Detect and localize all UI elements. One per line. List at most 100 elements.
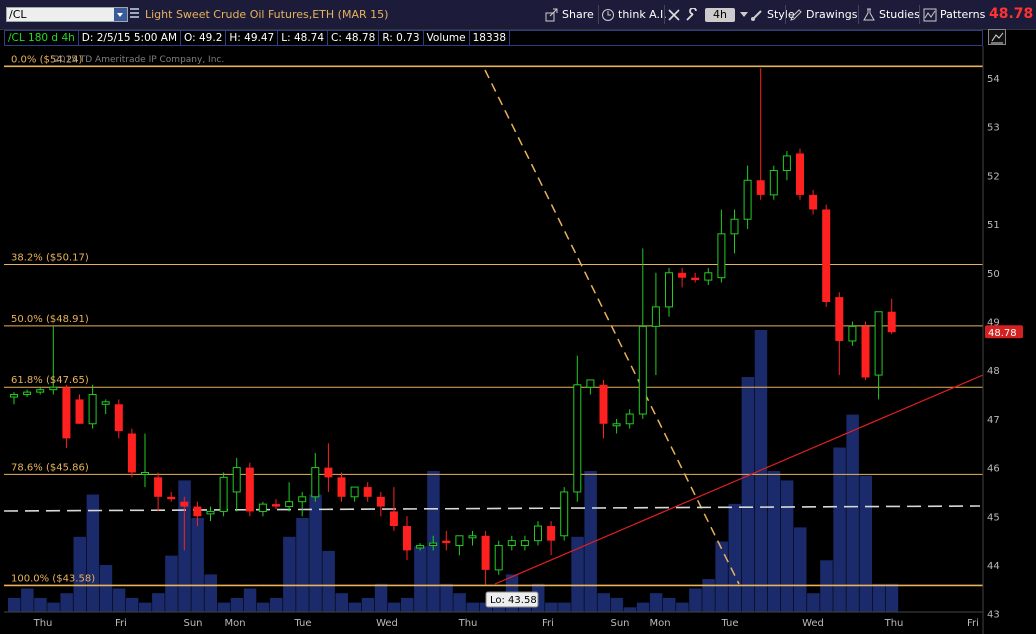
volume-bar — [348, 602, 362, 612]
candle-body[interactable] — [337, 477, 346, 497]
candle-body[interactable] — [547, 526, 556, 541]
candle-body[interactable] — [573, 384, 582, 493]
candle-body[interactable] — [782, 155, 791, 172]
candle-body[interactable] — [442, 540, 451, 544]
volume-bar — [8, 597, 21, 612]
candle-body[interactable] — [455, 535, 464, 547]
candle-body[interactable] — [285, 501, 294, 508]
candle-body[interactable] — [350, 486, 359, 498]
candle-body[interactable] — [822, 209, 831, 303]
candle-body[interactable] — [206, 510, 215, 515]
candle-body[interactable] — [114, 404, 123, 432]
candle-body[interactable] — [796, 153, 804, 195]
think-ai-button[interactable]: think A.I. — [601, 5, 667, 24]
candle-body[interactable] — [717, 233, 726, 279]
candle-body[interactable] — [88, 394, 97, 425]
symbol-selector[interactable]: /CL — [6, 7, 128, 22]
candle-body[interactable] — [232, 467, 241, 493]
candle-body[interactable] — [62, 387, 71, 439]
candle-body[interactable] — [389, 511, 398, 527]
candle-body[interactable] — [586, 379, 595, 388]
candle-body[interactable] — [809, 194, 818, 210]
candle-body[interactable] — [36, 389, 45, 393]
candle-body[interactable] — [560, 491, 569, 537]
candle-body[interactable] — [311, 467, 320, 498]
candle-body[interactable] — [429, 542, 438, 547]
candle-body[interactable] — [494, 545, 503, 571]
candle-body[interactable] — [141, 471, 149, 475]
volume-bar — [256, 602, 270, 612]
info-bar: /CL 180 d 4h D: 2/5/15 5:00 AM O: 49.2 H… — [4, 30, 983, 46]
volume-bar — [335, 593, 348, 612]
volume-bar — [374, 583, 388, 612]
candle-body[interactable] — [403, 526, 411, 551]
candle-body[interactable] — [612, 423, 621, 427]
candle-body[interactable] — [520, 540, 529, 547]
volume-value: 18338 — [470, 31, 511, 45]
candle-body[interactable] — [180, 501, 189, 507]
candle-body[interactable] — [245, 467, 254, 512]
volume-bar — [885, 583, 899, 612]
low-bubble-text: Lo: 43.58 — [490, 595, 537, 606]
crosshair-icon — [668, 8, 680, 21]
candle-body[interactable] — [363, 487, 372, 497]
style-button[interactable]: Style — [750, 5, 795, 24]
candle-body[interactable] — [258, 503, 267, 512]
crosshair-button[interactable] — [667, 5, 681, 24]
candle-body[interactable] — [101, 401, 110, 405]
candle-body[interactable] — [599, 384, 608, 424]
candle-body[interactable] — [154, 477, 163, 497]
tools-button[interactable] — [685, 5, 699, 24]
candle-body[interactable] — [167, 496, 176, 500]
volume-bar — [833, 447, 846, 612]
volume-bar — [322, 550, 335, 612]
candle-body[interactable] — [534, 525, 542, 542]
candle-body[interactable] — [861, 326, 870, 378]
candle-body[interactable] — [730, 218, 739, 235]
candle-body[interactable] — [848, 325, 857, 342]
candle-body[interactable] — [468, 535, 477, 539]
candle-body[interactable] — [638, 325, 647, 415]
chevron-down-icon[interactable] — [114, 8, 127, 21]
candle-body[interactable] — [298, 496, 307, 503]
candle-body[interactable] — [507, 540, 516, 547]
volume-bar — [794, 527, 807, 612]
candle-body[interactable] — [23, 391, 32, 396]
drawings-button[interactable]: Drawings — [789, 5, 857, 24]
candle-body[interactable] — [376, 496, 385, 507]
bar-low: L: 48.74 — [278, 31, 329, 45]
candle-body[interactable] — [743, 179, 752, 220]
candle-body[interactable] — [874, 311, 883, 376]
patterns-button[interactable]: Patterns — [923, 5, 985, 24]
candle-body[interactable] — [665, 272, 673, 308]
symbol-input[interactable]: /CL — [9, 8, 27, 22]
candle-body[interactable] — [887, 311, 896, 333]
candle-body[interactable] — [678, 272, 687, 278]
timeframe-selector[interactable]: 4h — [705, 8, 735, 22]
candle-body[interactable] — [10, 394, 18, 398]
price-chart[interactable]: 0.0% ($54.24)38.2% ($50.17)50.0% ($48.91… — [0, 46, 1036, 634]
chevron-down-icon[interactable] — [740, 12, 748, 17]
volume-bar — [545, 602, 558, 612]
candle-body[interactable] — [756, 180, 765, 195]
menu-icon[interactable] — [130, 8, 139, 21]
candle-body[interactable] — [835, 297, 844, 341]
study-settings-icon[interactable] — [988, 29, 1006, 45]
candle-body[interactable] — [75, 399, 84, 424]
candle-body[interactable] — [769, 170, 778, 196]
y-tick-label: 50 — [987, 269, 1000, 280]
candle-body[interactable] — [481, 535, 490, 570]
studies-button[interactable]: Studies — [862, 5, 920, 24]
candle-body[interactable] — [49, 386, 58, 391]
candle-body[interactable] — [691, 277, 700, 281]
candle-body[interactable] — [625, 413, 634, 425]
candle-body[interactable] — [324, 467, 333, 478]
candle-body[interactable] — [219, 476, 228, 512]
share-button[interactable]: Share — [545, 5, 594, 24]
candle-body[interactable] — [127, 433, 136, 473]
candle-body[interactable] — [193, 506, 202, 517]
candle-body[interactable] — [272, 504, 280, 507]
candle-body[interactable] — [651, 306, 660, 327]
candle-body[interactable] — [704, 272, 713, 281]
candle-body[interactable] — [416, 545, 425, 549]
